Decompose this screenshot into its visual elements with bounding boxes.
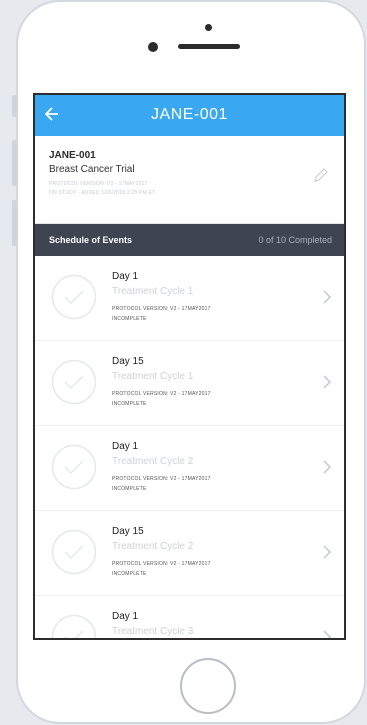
volume-up-button	[12, 140, 17, 186]
event-day: Day 1	[112, 441, 139, 452]
event-protocol: PROTOCOL VERSION: V2 - 17MAY2017	[112, 476, 211, 482]
mute-switch	[12, 95, 17, 117]
event-cycle: Treatment Cycle 2	[112, 541, 194, 552]
schedule-header: Schedule of Events 0 of 10 Completed	[35, 224, 344, 256]
event-row[interactable]: Day 15 Treatment Cycle 2 PROTOCOL VERSIO…	[35, 511, 344, 596]
event-day: Day 15	[112, 356, 144, 367]
completion-count: 0 of 10 Completed	[258, 235, 332, 245]
event-day: Day 15	[112, 526, 144, 537]
event-cycle: Treatment Cycle 1	[112, 286, 194, 297]
volume-down-button	[12, 200, 17, 246]
patient-header: JANE-001 Breast Cancer Trial PROTOCOL VE…	[35, 136, 344, 224]
event-day: Day 1	[112, 271, 139, 282]
chevron-right-icon	[323, 375, 332, 389]
chevron-right-icon	[323, 290, 332, 304]
event-day: Day 1	[112, 611, 139, 622]
navigation-bar: JANE-001	[35, 95, 344, 136]
pencil-icon	[314, 168, 328, 182]
home-button[interactable]	[180, 658, 236, 714]
patient-id: JANE-001	[49, 150, 96, 161]
checkmark-circle-icon	[51, 359, 97, 405]
event-row[interactable]: Day 15 Treatment Cycle 1 PROTOCOL VERSIO…	[35, 341, 344, 426]
event-status: INCOMPLETE	[112, 401, 147, 407]
front-camera	[148, 42, 158, 52]
edit-button[interactable]	[312, 166, 330, 184]
schedule-title: Schedule of Events	[49, 235, 133, 245]
trial-name: Breast Cancer Trial	[49, 164, 135, 175]
event-protocol: PROTOCOL VERSION: V2 - 17MAY2017	[112, 561, 211, 567]
checkmark-circle-icon	[51, 274, 97, 320]
event-status: INCOMPLETE	[112, 486, 147, 492]
checkmark-circle-icon	[51, 529, 97, 575]
chevron-right-icon	[323, 630, 332, 638]
event-row[interactable]: Day 1 Treatment Cycle 1 PROTOCOL VERSION…	[35, 256, 344, 341]
front-sensor	[205, 24, 212, 31]
event-cycle: Treatment Cycle 1	[112, 371, 194, 382]
chevron-right-icon	[323, 460, 332, 474]
page-title: JANE-001	[151, 106, 228, 123]
event-status: INCOMPLETE	[112, 316, 147, 322]
chevron-right-icon	[323, 545, 332, 559]
event-cycle: Treatment Cycle 2	[112, 456, 194, 467]
event-cycle: Treatment Cycle 3	[112, 626, 194, 637]
event-status: INCOMPLETE	[112, 571, 147, 577]
event-protocol: PROTOCOL VERSION: V2 - 17MAY2017	[112, 306, 211, 312]
earpiece-speaker	[178, 44, 240, 49]
event-protocol: PROTOCOL VERSION: V2 - 17MAY2017	[112, 391, 211, 397]
protocol-version: PROTOCOL VERSION: V2 - 17MAY2017	[49, 181, 148, 187]
event-row[interactable]: Day 1 Treatment Cycle 2 PROTOCOL VERSION…	[35, 426, 344, 511]
event-row[interactable]: Day 1 Treatment Cycle 3	[35, 596, 344, 638]
study-status: ON STUDY - ADDED 12/6/2018 2:28 PM ET	[49, 190, 156, 196]
app-screen: JANE-001 JANE-001 Breast Cancer Trial PR…	[33, 93, 346, 640]
checkmark-circle-icon	[51, 444, 97, 490]
checkmark-circle-icon	[51, 614, 97, 638]
